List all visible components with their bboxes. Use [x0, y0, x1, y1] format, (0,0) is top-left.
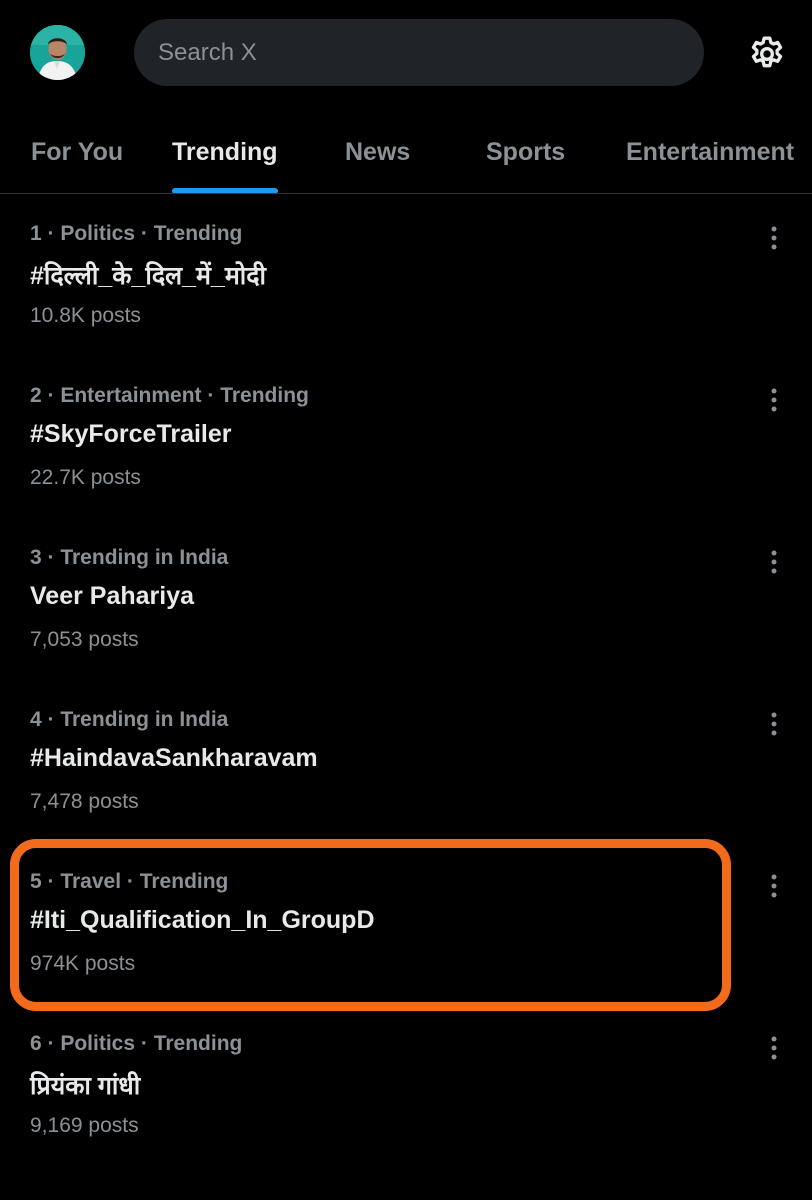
tab-label: Sports: [486, 137, 566, 166]
more-options-button[interactable]: [760, 1032, 788, 1064]
trend-meta: 3 · Trending in India: [30, 546, 229, 569]
trend-item[interactable]: 2 · Entertainment · Trending #SkyForceTr…: [0, 358, 812, 520]
trend-post-count: 7,478 posts: [30, 790, 139, 813]
trend-post-count: 10.8K posts: [30, 304, 141, 327]
more-options-button[interactable]: [760, 870, 788, 902]
trend-meta: 4 · Trending in India: [30, 708, 229, 731]
trend-topic: #HaindavaSankharavam: [30, 744, 318, 772]
trend-meta: 1 · Politics · Trending: [30, 222, 243, 245]
trend-post-count: 9,169 posts: [30, 1114, 139, 1137]
search-input[interactable]: [158, 38, 704, 67]
trend-meta: 2 · Entertainment · Trending: [30, 384, 309, 407]
tab-label: For You: [31, 137, 124, 166]
gear-icon: [751, 36, 783, 68]
active-tab-indicator: [172, 188, 278, 193]
trend-item[interactable]: 3 · Trending in India Veer Pahariya 7,05…: [0, 520, 812, 682]
trend-post-count: 974K posts: [30, 952, 136, 975]
tab-label: Entertainment: [626, 137, 795, 166]
trend-topic: #SkyForceTrailer: [30, 420, 232, 448]
trend-item[interactable]: 6 · Politics · Trending प्रियंका गांधी 9…: [0, 1006, 812, 1168]
trend-post-count: 22.7K posts: [30, 466, 141, 489]
trend-topic: #दिल्ली_के_दिल_में_मोदी: [30, 262, 266, 290]
trend-post-count: 7,053 posts: [30, 628, 139, 651]
explore-screen: For You Trending News Sports Entertainme…: [0, 0, 812, 1200]
more-options-button[interactable]: [760, 546, 788, 578]
more-vertical-icon: [771, 712, 777, 736]
tab-label: News: [345, 137, 411, 166]
trend-item[interactable]: 1 · Politics · Trending #दिल्ली_के_दिल_म…: [0, 196, 812, 358]
more-options-button[interactable]: [760, 708, 788, 740]
tab-trending[interactable]: Trending: [172, 110, 278, 193]
more-vertical-icon: [771, 388, 777, 412]
trend-meta: 6 · Politics · Trending: [30, 1032, 243, 1055]
trend-meta: 5 · Travel · Trending: [30, 870, 229, 893]
explore-tabs: For You Trending News Sports Entertainme…: [0, 110, 812, 194]
more-vertical-icon: [771, 226, 777, 250]
more-vertical-icon: [771, 874, 777, 898]
search-bar[interactable]: [134, 19, 704, 86]
avatar[interactable]: [30, 25, 85, 80]
tab-entertainment[interactable]: Entertainment: [626, 110, 795, 193]
trend-topic: प्रियंका गांधी: [30, 1072, 141, 1100]
tab-sports[interactable]: Sports: [486, 110, 566, 193]
settings-button[interactable]: [745, 32, 789, 76]
trend-topic: Veer Pahariya: [30, 582, 195, 610]
more-vertical-icon: [771, 1036, 777, 1060]
trend-item[interactable]: 5 · Travel · Trending #Iti_Qualification…: [0, 844, 812, 1006]
tab-news[interactable]: News: [345, 110, 411, 193]
trend-topic: #Iti_Qualification_In_GroupD: [30, 906, 375, 934]
more-options-button[interactable]: [760, 384, 788, 416]
more-vertical-icon: [771, 550, 777, 574]
tab-for-you[interactable]: For You: [31, 110, 124, 193]
tab-label: Trending: [172, 137, 278, 166]
top-bar: [0, 0, 812, 110]
more-options-button[interactable]: [760, 222, 788, 254]
trend-item[interactable]: 4 · Trending in India #HaindavaSankharav…: [0, 682, 812, 844]
